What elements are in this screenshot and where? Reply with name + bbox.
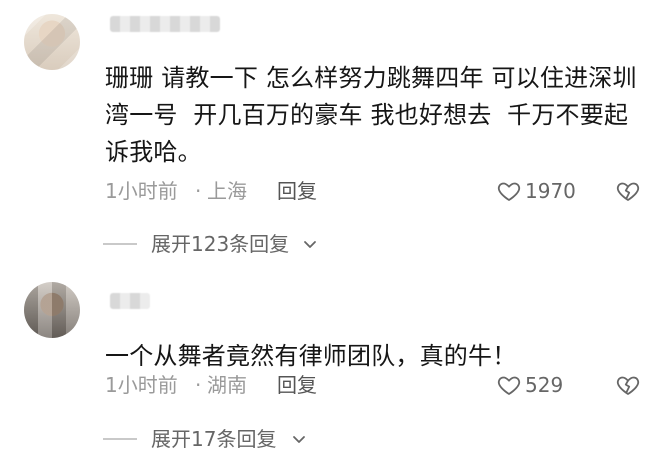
comment-text: 珊珊 请教一下 怎么样努力跳舞四年 可以住进深圳湾一号 开几百万的豪车 我也好想… [105,64,637,166]
expand-divider [103,438,137,440]
like-count: 1970 [525,179,576,203]
comment-location: 湖南 [207,373,247,397]
like-count: 529 [525,373,564,397]
expand-replies-button[interactable]: 展开123条回复 [103,228,463,260]
avatar[interactable] [24,14,80,70]
expand-replies-label[interactable]: 展开123条回复 [151,228,289,260]
chevron-down-icon[interactable] [302,236,318,252]
username-blurred[interactable] [110,293,150,309]
broken-heart-icon[interactable] [615,179,641,203]
expand-replies-button[interactable]: 展开17条回复 [103,423,463,455]
comment-location: 上海 [207,179,247,203]
comment-meta: 1小时前 · 湖南 回复 529 [105,370,650,400]
comment-item: 珊珊 请教一下 怎么样努力跳舞四年 可以住进深圳湾一号 开几百万的豪车 我也好想… [0,0,670,268]
heart-outline-icon[interactable] [497,373,521,397]
comment-time: 1小时前 [105,373,178,397]
broken-heart-icon[interactable] [615,373,641,397]
meta-separator: · [195,179,202,203]
username-blurred[interactable] [110,16,220,32]
comment-meta: 1小时前 · 上海 回复 1970 [105,176,650,206]
heart-outline-icon[interactable] [497,179,521,203]
comment-item: 一个从舞者竟然有律师团队，真的牛！ 1小时前 · 湖南 回复 529 展开17条… [0,268,670,469]
expand-replies-label[interactable]: 展开17条回复 [151,423,276,455]
comment-time: 1小时前 [105,179,178,203]
chevron-down-icon[interactable] [291,431,307,447]
reply-button[interactable]: 回复 [277,176,317,206]
reply-button[interactable]: 回复 [277,370,317,400]
avatar[interactable] [24,282,80,338]
meta-separator: · [195,373,202,397]
expand-divider [103,243,137,245]
